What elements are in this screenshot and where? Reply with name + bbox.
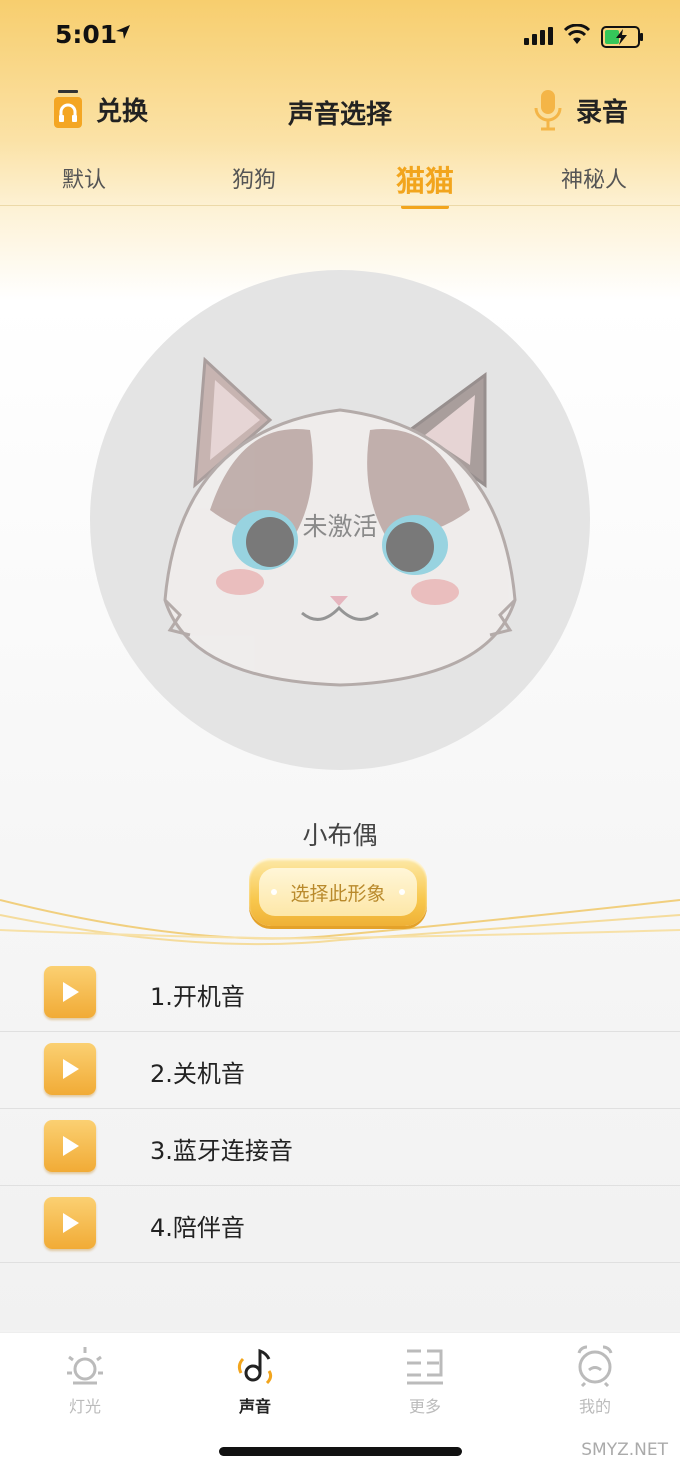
tabbar-label-mine: 我的 (578, 1397, 611, 1416)
sound-icon (237, 1348, 273, 1385)
play-button[interactable] (44, 1197, 96, 1249)
battery-charging-icon (601, 26, 643, 48)
list-item: 1.开机音 (0, 955, 680, 1032)
sound-label: 3.蓝牙连接音 (150, 1137, 293, 1165)
status-bar: 5:01 (0, 0, 680, 70)
record-label: 录音 (575, 97, 628, 128)
watermark: SMYZ.NET (581, 1440, 668, 1460)
tabbar-item-mine[interactable]: 我的 (535, 1343, 655, 1417)
home-indicator[interactable] (219, 1447, 462, 1456)
button-dot-right (399, 889, 405, 895)
button-dot-left (271, 889, 277, 895)
list-item: 3.蓝牙连接音 (0, 1109, 680, 1186)
top-bar: 兑换 声音选择 录音 (0, 80, 680, 140)
play-icon (63, 1059, 79, 1079)
select-character-button[interactable]: 选择此形象 (249, 858, 427, 926)
inactive-overlay-text: 未激活 (302, 512, 378, 541)
play-icon (63, 1213, 79, 1233)
more-icon (407, 1349, 443, 1385)
play-button[interactable] (44, 966, 96, 1018)
sound-label: 4.陪伴音 (150, 1214, 245, 1242)
tab-divider (0, 205, 680, 206)
tab-mystery[interactable]: 神秘人 (561, 162, 627, 194)
tabbar-label-sound: 声音 (238, 1397, 271, 1416)
play-icon (63, 1136, 79, 1156)
tab-cat[interactable]: 猫猫 (396, 158, 454, 200)
sound-list: 1.开机音 2.关机音 3.蓝牙连接音 4.陪伴音 (0, 955, 680, 1263)
tabbar-item-sound[interactable]: 声音 (195, 1343, 315, 1417)
wifi-icon (563, 24, 591, 44)
sound-label: 1.开机音 (150, 983, 245, 1011)
tabbar-item-more[interactable]: 更多 (365, 1343, 485, 1417)
play-icon (63, 982, 79, 1002)
sound-label: 2.关机音 (150, 1060, 245, 1088)
status-time: 5:01 (55, 20, 118, 49)
tabbar-item-light[interactable]: 灯光 (25, 1343, 145, 1417)
character-avatar[interactable]: 未激活 (90, 270, 590, 770)
tab-default[interactable]: 默认 (62, 162, 106, 194)
tab-dog[interactable]: 狗狗 (232, 162, 276, 194)
light-icon (67, 1347, 103, 1385)
cellular-signal-icon (524, 27, 553, 45)
list-item: 4.陪伴音 (0, 1186, 680, 1263)
tabbar-label-more: 更多 (408, 1397, 441, 1416)
character-name: 小布偶 (302, 821, 378, 850)
record-button[interactable]: 录音 (532, 88, 628, 132)
alarm-clock-icon (577, 1345, 613, 1388)
tabbar-label-light: 灯光 (68, 1397, 101, 1416)
select-character-label: 选择此形象 (259, 868, 417, 916)
play-button[interactable] (44, 1043, 96, 1095)
list-item: 2.关机音 (0, 1032, 680, 1109)
location-arrow-icon (116, 25, 130, 39)
microphone-icon (534, 90, 562, 131)
play-button[interactable] (44, 1120, 96, 1172)
